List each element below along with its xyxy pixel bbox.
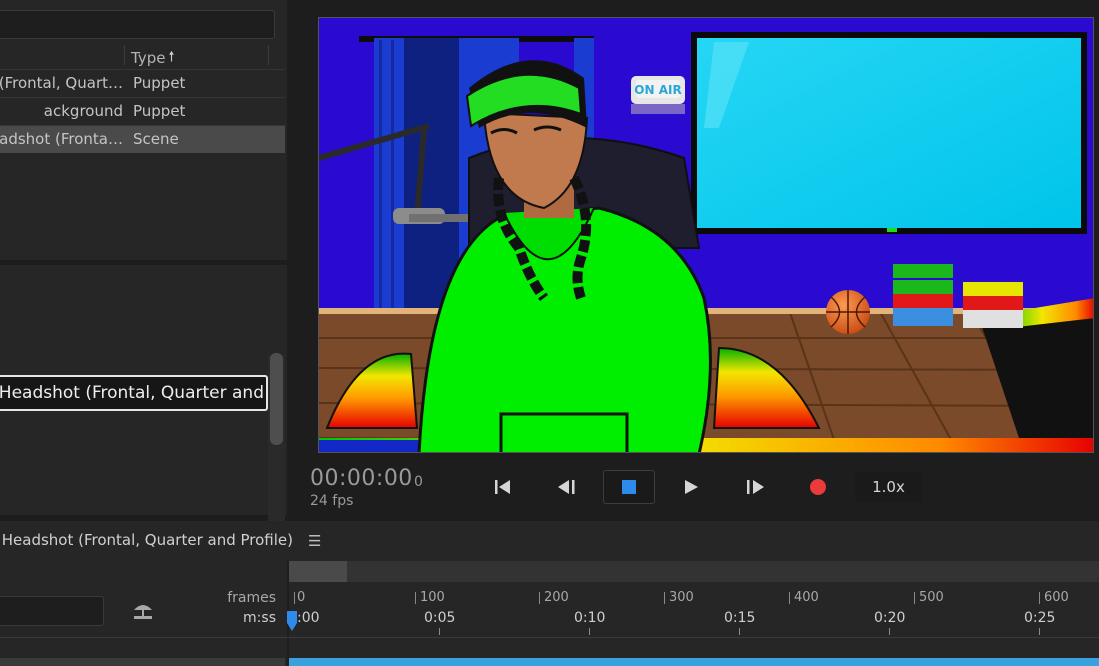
time-tick-label: 0:15 (724, 610, 756, 626)
frame-tick (415, 592, 416, 604)
record-button[interactable] (792, 470, 844, 504)
properties-scroll-thumb[interactable] (270, 353, 283, 445)
frame-tick (294, 592, 295, 604)
filter-icon[interactable] (131, 600, 155, 622)
project-row-type: Scene (133, 130, 179, 148)
time-tick (439, 628, 440, 635)
type-column-label: Type (131, 49, 166, 67)
column-divider[interactable] (268, 45, 269, 65)
time-tick (889, 628, 890, 635)
time-tick (1039, 628, 1040, 635)
time-tick (589, 628, 590, 635)
sort-ascending-icon: 🠕 (168, 49, 175, 65)
time-tick-label: 0:25 (1024, 610, 1056, 626)
scene-illustration: ON AIR (319, 18, 1093, 452)
column-divider[interactable] (124, 45, 125, 65)
frame-tick (914, 592, 915, 604)
go-to-start-button[interactable] (477, 470, 529, 504)
project-row-type: Puppet (133, 102, 186, 120)
time-tick-label: :00 (297, 610, 320, 626)
project-panel: Type 🠕 (Frontal, Quart… Puppet ackground… (0, 0, 287, 260)
timeline-panel: s Headshot (Frontal, Quarter and Profile… (0, 521, 1099, 666)
scene-stage[interactable]: ON AIR (318, 17, 1094, 453)
step-forward-icon (747, 480, 764, 494)
fps-display: 24 fps (310, 493, 354, 509)
type-column-header[interactable]: Type 🠕 (131, 46, 174, 70)
scene-name-input[interactable]: s Headshot (Frontal, Quarter and (0, 375, 268, 411)
time-tick (739, 628, 740, 635)
play-button[interactable] (665, 470, 717, 504)
project-row-name: ackground (43, 102, 123, 120)
track-header[interactable] (0, 658, 285, 666)
work-area-bar[interactable] (289, 561, 1099, 582)
stop-icon (622, 480, 636, 494)
frame-tick (664, 592, 665, 604)
time-tick-label: 0:20 (874, 610, 906, 626)
frame-tick-label: 500 (919, 590, 944, 605)
frame-tick-label: 600 (1044, 590, 1069, 605)
record-icon (810, 479, 826, 495)
properties-panel: s Headshot (Frontal, Quarter and (0, 265, 287, 560)
scene-name-value: s Headshot (Frontal, Quarter and (0, 383, 264, 403)
frame-tick (539, 592, 540, 604)
scene-track-bar[interactable] (289, 658, 1099, 666)
frame-tick (789, 592, 790, 604)
timeline-title: s Headshot (Frontal, Quarter and Profile… (0, 531, 293, 549)
time-tick-label: 0:05 (424, 610, 456, 626)
step-back-icon (558, 480, 575, 494)
panel-menu-icon[interactable]: ☰ (308, 532, 321, 550)
frame-tick-label: 0 (297, 590, 306, 605)
project-row[interactable]: ackground Puppet (0, 97, 285, 125)
on-air-sign-text: ON AIR (634, 83, 681, 97)
timeline-search-input[interactable] (0, 596, 104, 626)
project-row-selected[interactable]: eadshot (Fronta… Scene (0, 125, 285, 153)
project-row-name: (Frontal, Quart… (0, 74, 123, 92)
frame-tick-label: 100 (420, 590, 445, 605)
timeline-ruler[interactable]: 0 100 200 300 400 500 600 :00 0:05 0:10 … (287, 561, 1099, 637)
timeline-divider (0, 637, 1099, 638)
playhead-marker[interactable] (287, 611, 297, 631)
frame-tick (1039, 592, 1040, 604)
project-row-type: Puppet (133, 74, 186, 92)
frame-tick-label: 200 (544, 590, 569, 605)
playback-speed-button[interactable]: 1.0x (855, 472, 922, 502)
frames-ruler-label: frames (227, 590, 276, 606)
project-search-input[interactable] (0, 10, 275, 39)
frame-tick-label: 300 (669, 590, 694, 605)
time-tick-label: 0:10 (574, 610, 606, 626)
skip-to-start-icon (495, 480, 510, 494)
frame-number: 0 (414, 474, 423, 490)
play-icon (685, 480, 698, 494)
time-ruler-label: m:ss (243, 610, 276, 626)
timecode-display: 00:00:00 (310, 466, 413, 491)
project-row-name: eadshot (Fronta… (0, 130, 123, 148)
step-forward-button[interactable] (729, 470, 781, 504)
step-back-button[interactable] (541, 470, 593, 504)
project-row[interactable]: (Frontal, Quart… Puppet (0, 69, 285, 97)
frame-tick-label: 400 (794, 590, 819, 605)
stop-button[interactable] (603, 470, 655, 504)
work-area-handle[interactable] (289, 561, 347, 582)
